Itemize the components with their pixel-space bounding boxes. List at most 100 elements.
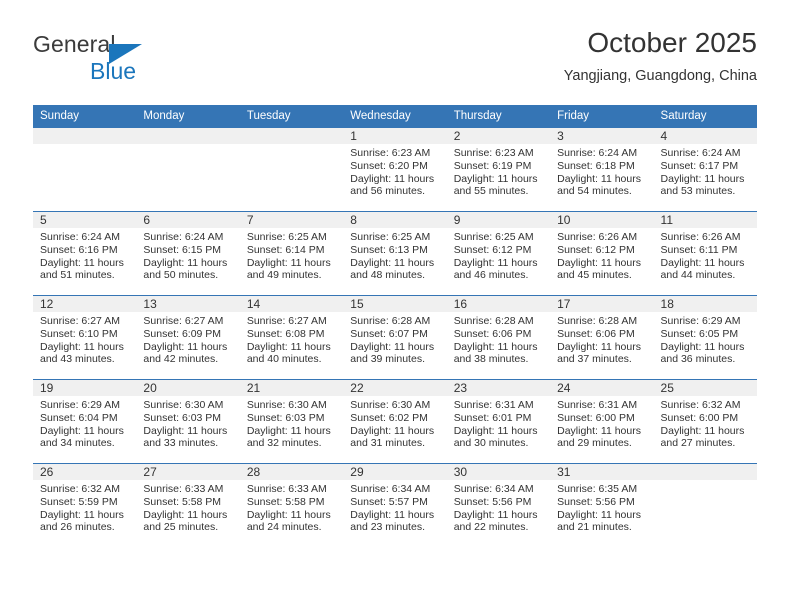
calendar-cell: 1 Sunrise: 6:23 AM Sunset: 6:20 PM Daylight… xyxy=(343,128,447,212)
daylight-text-line1: Daylight: 11 hours xyxy=(453,256,538,269)
sunrise-text: Sunrise: 6:32 AM xyxy=(660,399,741,411)
daylight-text-line2: and 36 minutes. xyxy=(660,353,736,366)
calendar-day-cell[interactable]: 16 Sunrise: 6:28 AM Sunset: 6:06 PM Dayligh… xyxy=(446,296,551,379)
daylight-text-line1: Daylight: 11 hours xyxy=(660,424,745,437)
day-details: Sunrise: 6:31 AM Sunset: 6:01 PM Daylight:… xyxy=(447,396,550,450)
calendar-day-cell[interactable]: 11 Sunrise: 6:26 AM Sunset: 6:11 PM Dayligh… xyxy=(653,212,757,295)
day-number: 28 xyxy=(239,464,344,480)
brand-logo[interactable]: General Blue xyxy=(33,32,263,84)
daylight-text-line1: Daylight: 11 hours xyxy=(557,172,641,185)
calendar-day-cell[interactable]: 12 Sunrise: 6:27 AM Sunset: 6:10 PM Dayligh… xyxy=(33,296,137,379)
calendar-day-cell[interactable]: 22 Sunrise: 6:30 AM Sunset: 6:02 PM Dayligh… xyxy=(343,380,447,463)
sunrise-text: Sunrise: 6:30 AM xyxy=(246,399,327,411)
daylight-text-line1: Daylight: 11 hours xyxy=(40,508,124,521)
daylight-text-line1: Daylight: 11 hours xyxy=(350,424,435,437)
daylight-text-line1: Daylight: 11 hours xyxy=(557,256,641,269)
calendar-day-cell[interactable]: 15 Sunrise: 6:28 AM Sunset: 6:07 PM Dayligh… xyxy=(343,296,447,379)
daylight-text-line1: Daylight: 11 hours xyxy=(660,256,745,269)
sunrise-text: Sunrise: 6:34 AM xyxy=(350,483,431,495)
calendar-day-cell[interactable]: 4 Sunrise: 6:24 AM Sunset: 6:17 PM Daylight… xyxy=(653,128,757,211)
day-details: Sunrise: 6:24 AM Sunset: 6:16 PM Daylight:… xyxy=(33,228,136,282)
day-number: 30 xyxy=(446,464,551,480)
day-details: Sunrise: 6:24 AM Sunset: 6:18 PM Daylight:… xyxy=(550,144,653,198)
daylight-text-line2: and 43 minutes. xyxy=(40,353,115,366)
calendar-day-cell[interactable]: 9 Sunrise: 6:25 AM Sunset: 6:12 PM Daylight… xyxy=(446,212,551,295)
day-number: 9 xyxy=(446,212,551,228)
calendar-day-cell[interactable]: 18 Sunrise: 6:29 AM Sunset: 6:05 PM Dayligh… xyxy=(653,296,757,379)
sunset-text: Sunset: 6:20 PM xyxy=(350,159,428,172)
day-details: Sunrise: 6:31 AM Sunset: 6:00 PM Daylight:… xyxy=(550,396,653,450)
calendar-day-cell[interactable]: 1 Sunrise: 6:23 AM Sunset: 6:20 PM Daylight… xyxy=(343,128,447,211)
daylight-text-line2: and 30 minutes. xyxy=(453,437,529,450)
day-number: 16 xyxy=(446,296,551,312)
calendar-cell: 30 Sunrise: 6:34 AM Sunset: 5:56 PM Dayligh… xyxy=(446,463,551,547)
calendar-day-cell[interactable]: 29 Sunrise: 6:34 AM Sunset: 5:57 PM Dayligh… xyxy=(343,464,447,547)
weekday-header-thursday: Thursday xyxy=(446,105,551,128)
sunrise-text: Sunrise: 6:24 AM xyxy=(40,231,120,243)
calendar-day-cell[interactable]: 6 Sunrise: 6:24 AM Sunset: 6:15 PM Daylight… xyxy=(136,212,240,295)
sunset-text: Sunset: 6:00 PM xyxy=(557,411,635,424)
day-number: 26 xyxy=(33,464,137,480)
sunrise-text: Sunrise: 6:27 AM xyxy=(40,315,120,327)
calendar-day-cell[interactable]: 17 Sunrise: 6:28 AM Sunset: 6:06 PM Dayligh… xyxy=(550,296,654,379)
daylight-text-line1: Daylight: 11 hours xyxy=(453,424,538,437)
day-number: 20 xyxy=(136,380,240,396)
day-details: Sunrise: 6:23 AM Sunset: 6:19 PM Daylight:… xyxy=(447,144,550,198)
daylight-text-line2: and 44 minutes. xyxy=(660,269,736,282)
calendar-cell: 28 Sunrise: 6:33 AM Sunset: 5:58 PM Dayligh… xyxy=(239,463,344,547)
daylight-text-line2: and 49 minutes. xyxy=(246,269,322,282)
calendar-week-row: 19 Sunrise: 6:29 AM Sunset: 6:04 PM Dayligh… xyxy=(33,379,757,464)
sunset-text: Sunset: 5:58 PM xyxy=(143,495,222,508)
calendar-day-cell[interactable]: 8 Sunrise: 6:25 AM Sunset: 6:13 PM Daylight… xyxy=(343,212,447,295)
calendar-cell: 15 Sunrise: 6:28 AM Sunset: 6:07 PM Dayligh… xyxy=(343,295,447,380)
weekday-header-sunday: Sunday xyxy=(33,105,137,128)
day-details: Sunrise: 6:33 AM Sunset: 5:58 PM Daylight:… xyxy=(136,480,239,534)
calendar-cell: 27 Sunrise: 6:33 AM Sunset: 5:58 PM Dayligh… xyxy=(136,463,240,547)
calendar-day-cell[interactable]: 25 Sunrise: 6:32 AM Sunset: 6:00 PM Dayligh… xyxy=(653,380,757,463)
day-details: Sunrise: 6:26 AM Sunset: 6:12 PM Daylight:… xyxy=(550,228,653,282)
day-number: 27 xyxy=(136,464,240,480)
sunset-text: Sunset: 6:11 PM xyxy=(660,243,738,256)
day-number: 1 xyxy=(343,128,447,144)
daylight-text-line1: Daylight: 11 hours xyxy=(350,256,435,269)
daylight-text-line2: and 21 minutes. xyxy=(557,521,632,534)
calendar-cell: 5 Sunrise: 6:24 AM Sunset: 6:16 PM Daylight… xyxy=(33,211,137,296)
calendar-day-cell[interactable]: 10 Sunrise: 6:26 AM Sunset: 6:12 PM Dayligh… xyxy=(550,212,654,295)
sunrise-text: Sunrise: 6:27 AM xyxy=(143,315,224,327)
weekday-header-tuesday: Tuesday xyxy=(239,105,344,128)
calendar-day-cell[interactable]: 20 Sunrise: 6:30 AM Sunset: 6:03 PM Dayligh… xyxy=(136,380,240,463)
calendar-day-cell[interactable]: 7 Sunrise: 6:25 AM Sunset: 6:14 PM Daylight… xyxy=(239,212,344,295)
calendar-day-cell[interactable]: 19 Sunrise: 6:29 AM Sunset: 6:04 PM Dayligh… xyxy=(33,380,137,463)
calendar-empty-cell xyxy=(136,128,240,211)
daylight-text-line1: Daylight: 11 hours xyxy=(350,340,435,353)
calendar-day-cell[interactable]: 28 Sunrise: 6:33 AM Sunset: 5:58 PM Dayligh… xyxy=(239,464,344,547)
daylight-text-line1: Daylight: 11 hours xyxy=(143,256,228,269)
day-details: Sunrise: 6:25 AM Sunset: 6:13 PM Daylight:… xyxy=(343,228,446,282)
calendar-day-cell[interactable]: 13 Sunrise: 6:27 AM Sunset: 6:09 PM Dayligh… xyxy=(136,296,240,379)
calendar-day-cell[interactable]: 2 Sunrise: 6:23 AM Sunset: 6:19 PM Daylight… xyxy=(446,128,551,211)
sunrise-text: Sunrise: 6:31 AM xyxy=(453,399,534,411)
daylight-text-line1: Daylight: 11 hours xyxy=(40,256,124,269)
calendar-cell: 29 Sunrise: 6:34 AM Sunset: 5:57 PM Dayligh… xyxy=(343,463,447,547)
calendar-day-cell[interactable]: 23 Sunrise: 6:31 AM Sunset: 6:01 PM Dayligh… xyxy=(446,380,551,463)
sunset-text: Sunset: 6:17 PM xyxy=(660,159,739,172)
calendar-day-cell[interactable]: 30 Sunrise: 6:34 AM Sunset: 5:56 PM Dayligh… xyxy=(446,464,551,547)
calendar-day-cell[interactable]: 5 Sunrise: 6:24 AM Sunset: 6:16 PM Daylight… xyxy=(33,212,137,295)
daylight-text-line1: Daylight: 11 hours xyxy=(246,340,331,353)
calendar-day-cell[interactable]: 24 Sunrise: 6:31 AM Sunset: 6:00 PM Dayligh… xyxy=(550,380,654,463)
calendar-day-cell[interactable]: 31 Sunrise: 6:35 AM Sunset: 5:56 PM Dayligh… xyxy=(550,464,654,547)
calendar-cell xyxy=(653,463,757,547)
sunrise-text: Sunrise: 6:32 AM xyxy=(40,483,120,495)
calendar-day-cell[interactable]: 26 Sunrise: 6:32 AM Sunset: 5:59 PM Dayligh… xyxy=(33,464,137,547)
calendar-day-cell[interactable]: 3 Sunrise: 6:24 AM Sunset: 6:18 PM Daylight… xyxy=(550,128,654,211)
daylight-text-line1: Daylight: 11 hours xyxy=(143,508,228,521)
daylight-text-line2: and 32 minutes. xyxy=(246,437,322,450)
calendar-day-cell[interactable]: 27 Sunrise: 6:33 AM Sunset: 5:58 PM Dayligh… xyxy=(136,464,240,547)
daylight-text-line2: and 55 minutes. xyxy=(453,185,529,198)
calendar-day-cell[interactable]: 21 Sunrise: 6:30 AM Sunset: 6:03 PM Dayligh… xyxy=(239,380,344,463)
sunrise-text: Sunrise: 6:26 AM xyxy=(660,231,741,243)
calendar-day-cell[interactable]: 14 Sunrise: 6:27 AM Sunset: 6:08 PM Dayligh… xyxy=(239,296,344,379)
day-details: Sunrise: 6:25 AM Sunset: 6:12 PM Daylight:… xyxy=(447,228,550,282)
day-number: 12 xyxy=(33,296,137,312)
calendar-cell: 10 Sunrise: 6:26 AM Sunset: 6:12 PM Dayligh… xyxy=(550,211,654,296)
